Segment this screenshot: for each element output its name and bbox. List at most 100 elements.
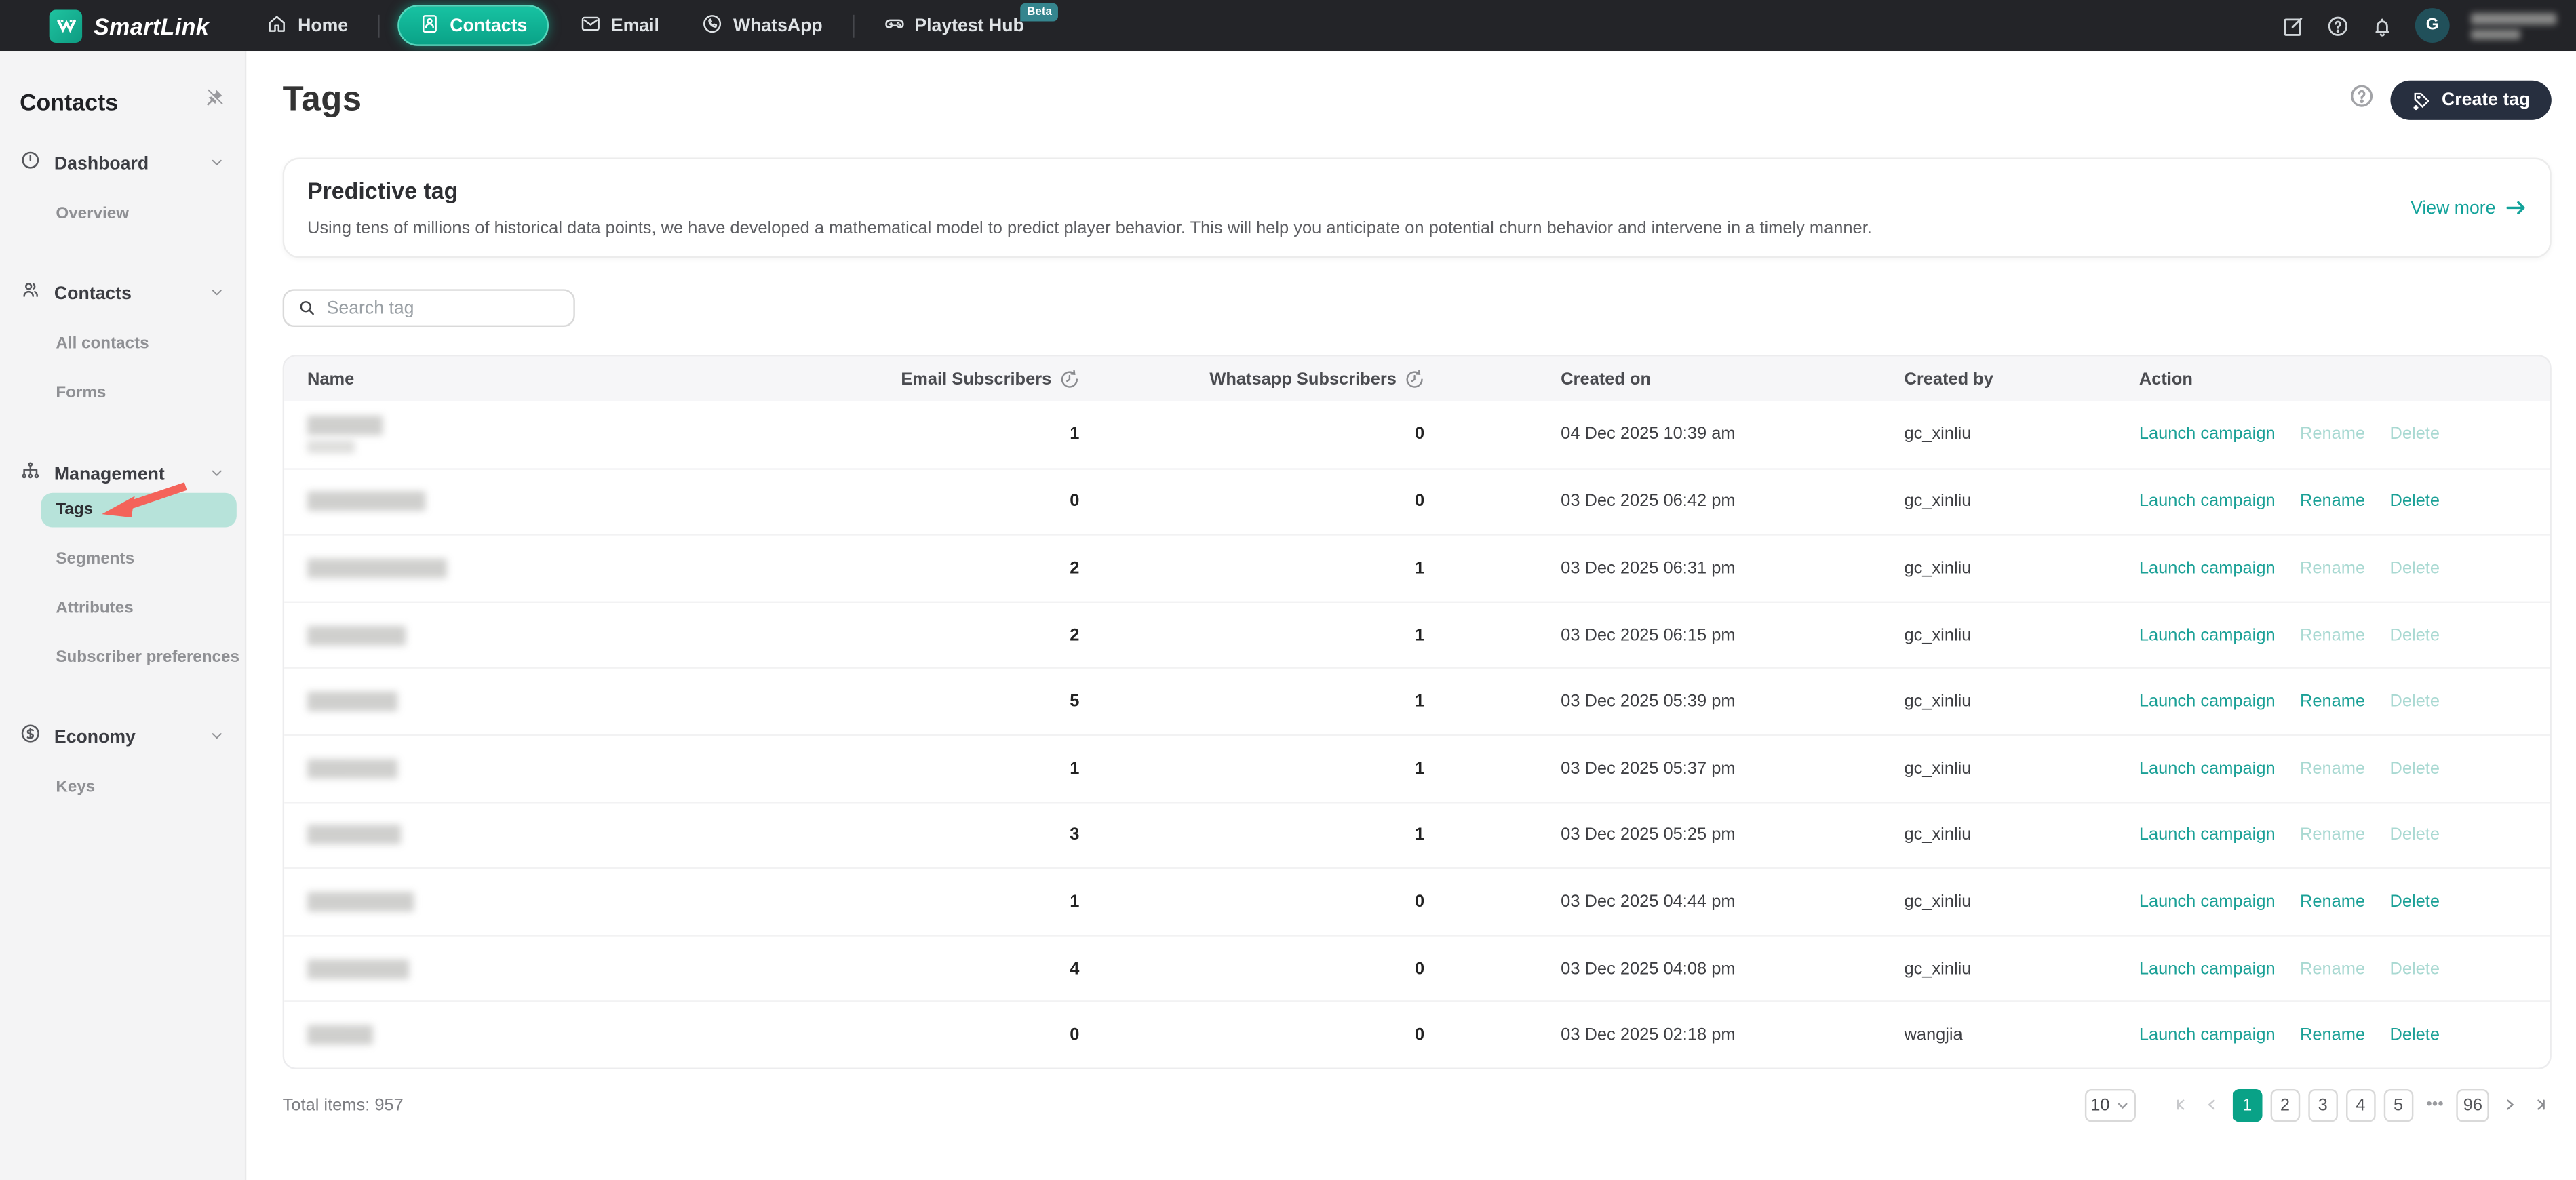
rename-link[interactable]: Rename	[2300, 625, 2365, 645]
row-actions: Launch campaign Rename Delete	[2139, 825, 2527, 845]
rename-link[interactable]: Rename	[2300, 959, 2365, 979]
delete-link[interactable]: Delete	[2390, 759, 2440, 779]
rename-link[interactable]: Rename	[2300, 692, 2365, 711]
email-subscribers-value: 2	[777, 625, 1080, 645]
delete-link[interactable]: Delete	[2390, 1025, 2440, 1045]
delete-link[interactable]: Delete	[2390, 425, 2440, 444]
nav-item-playtest-hub[interactable]: Playtest HubBeta	[862, 0, 1045, 51]
rename-link[interactable]: Rename	[2300, 825, 2365, 845]
sidebar-item-overview[interactable]: Overview	[0, 197, 245, 232]
sidebar-group-label: Economy	[54, 728, 136, 747]
nav-item-label: Home	[298, 16, 348, 35]
created-by-value: gc_xinliu	[1904, 492, 2139, 511]
created-by-value: gc_xinliu	[1904, 625, 2139, 645]
app-root: SmartLink HomeContactsEmailWhatsAppPlayt…	[0, 0, 2576, 1180]
page-button-1[interactable]: 1	[2232, 1089, 2262, 1122]
launch-campaign-link[interactable]: Launch campaign	[2139, 692, 2276, 711]
sidebar-item-all-contacts[interactable]: All contacts	[0, 327, 245, 361]
sidebar-group-contacts[interactable]: Contacts	[0, 276, 245, 312]
delete-link[interactable]: Delete	[2390, 559, 2440, 578]
created-on-value: 03 Dec 2025 04:44 pm	[1424, 892, 1904, 911]
rename-link[interactable]: Rename	[2300, 425, 2365, 444]
launch-campaign-link[interactable]: Launch campaign	[2139, 959, 2276, 979]
created-by-value: gc_xinliu	[1904, 692, 2139, 711]
table-row: 4003 Dec 2025 04:08 pmgc_xinliuLaunch ca…	[284, 935, 2550, 1001]
sidebar-group-management[interactable]: Management	[0, 456, 245, 492]
rename-link[interactable]: Rename	[2300, 492, 2365, 511]
nav-item-home[interactable]: Home	[246, 0, 370, 51]
rename-link[interactable]: Rename	[2300, 1025, 2365, 1045]
column-header-email-subscribers[interactable]: Email Subscribers	[777, 369, 1080, 389]
chevron-down-icon	[209, 460, 225, 490]
launch-campaign-link[interactable]: Launch campaign	[2139, 625, 2276, 645]
rename-link[interactable]: Rename	[2300, 892, 2365, 911]
launch-campaign-link[interactable]: Launch campaign	[2139, 492, 2276, 511]
table-row: 3103 Dec 2025 05:25 pmgc_xinliuLaunch ca…	[284, 801, 2550, 867]
tag-name-redacted	[307, 559, 777, 578]
brand-name: SmartLink	[94, 12, 209, 39]
nav-divider	[852, 14, 853, 37]
delete-link[interactable]: Delete	[2390, 825, 2440, 845]
launch-campaign-link[interactable]: Launch campaign	[2139, 425, 2276, 444]
nav-item-whatsapp[interactable]: WhatsApp	[680, 0, 844, 51]
view-more-link[interactable]: View more	[2411, 198, 2526, 218]
first-page-button[interactable]	[2170, 1089, 2193, 1122]
tag-name-redacted	[307, 759, 777, 779]
sidebar-item-attributes[interactable]: Attributes	[0, 591, 245, 626]
last-page-button[interactable]	[2529, 1089, 2552, 1122]
sidebar-item-forms[interactable]: Forms	[0, 376, 245, 411]
page-size-select[interactable]: 10	[2084, 1089, 2135, 1122]
launch-campaign-link[interactable]: Launch campaign	[2139, 759, 2276, 779]
launch-campaign-link[interactable]: Launch campaign	[2139, 892, 2276, 911]
search-tag-input[interactable]	[327, 298, 559, 318]
banner-title: Predictive tag	[307, 178, 1872, 204]
management-icon	[20, 460, 41, 490]
page-button-3[interactable]: 3	[2308, 1089, 2338, 1122]
page-button-96[interactable]: 96	[2457, 1089, 2489, 1122]
sidebar-item-keys[interactable]: Keys	[0, 770, 245, 805]
column-header-name[interactable]: Name	[307, 369, 777, 389]
brand[interactable]: SmartLink	[50, 9, 210, 41]
sidebar-group-economy[interactable]: Economy	[0, 720, 245, 755]
page-button-5[interactable]: 5	[2383, 1089, 2413, 1122]
sidebar-item-tags[interactable]: Tags	[41, 493, 237, 528]
delete-link[interactable]: Delete	[2390, 625, 2440, 645]
email-subscribers-value: 2	[777, 559, 1080, 578]
user-name-redacted[interactable]	[2471, 12, 2556, 39]
help-icon[interactable]	[2326, 14, 2349, 37]
column-header-created-on[interactable]: Created on	[1424, 369, 1904, 389]
sidebar-item-segments[interactable]: Segments	[0, 542, 245, 576]
rename-link[interactable]: Rename	[2300, 559, 2365, 578]
unpin-icon[interactable]	[203, 87, 225, 117]
page-button-2[interactable]: 2	[2270, 1089, 2300, 1122]
compose-icon[interactable]	[2282, 14, 2305, 37]
nav-item-contacts[interactable]: Contacts	[397, 5, 549, 46]
avatar[interactable]: G	[2415, 8, 2450, 43]
delete-link[interactable]: Delete	[2390, 492, 2440, 511]
next-page-button[interactable]	[2497, 1089, 2520, 1122]
page-help-icon[interactable]	[2349, 84, 2374, 117]
tag-name-redacted	[307, 959, 777, 979]
column-header-action[interactable]: Action	[2139, 369, 2527, 389]
sidebar-title: Contacts	[20, 89, 118, 115]
whatsapp-subscribers-value: 0	[1079, 892, 1424, 911]
create-tag-button[interactable]: Create tag	[2391, 81, 2552, 120]
delete-link[interactable]: Delete	[2390, 692, 2440, 711]
nav-item-email[interactable]: Email	[558, 0, 680, 51]
page-button-4[interactable]: 4	[2346, 1089, 2376, 1122]
rename-link[interactable]: Rename	[2300, 759, 2365, 779]
nav-item-label: WhatsApp	[733, 16, 823, 35]
launch-campaign-link[interactable]: Launch campaign	[2139, 559, 2276, 578]
row-actions: Launch campaign Rename Delete	[2139, 759, 2527, 779]
column-header-created-by[interactable]: Created by	[1904, 369, 2139, 389]
email-subscribers-value: 3	[777, 825, 1080, 845]
column-header-whatsapp-subscribers[interactable]: Whatsapp Subscribers	[1079, 369, 1424, 389]
delete-link[interactable]: Delete	[2390, 959, 2440, 979]
delete-link[interactable]: Delete	[2390, 892, 2440, 911]
prev-page-button[interactable]	[2201, 1089, 2224, 1122]
launch-campaign-link[interactable]: Launch campaign	[2139, 825, 2276, 845]
sidebar-group-dashboard[interactable]: Dashboard	[0, 146, 245, 182]
notifications-bell-icon[interactable]	[2370, 14, 2394, 37]
sidebar-item-subscriber-preferences[interactable]: Subscriber preferences	[0, 641, 245, 675]
launch-campaign-link[interactable]: Launch campaign	[2139, 1025, 2276, 1045]
